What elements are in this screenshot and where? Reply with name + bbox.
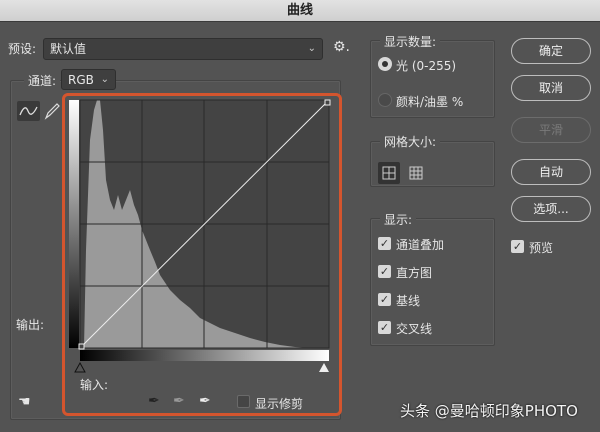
grid-10-icon (409, 166, 423, 180)
white-eyedropper-icon[interactable]: ✒ (199, 393, 211, 409)
watermark: 头条 @曼哈顿印象PHOTO (400, 402, 578, 420)
curve-point-white (324, 99, 331, 106)
intersection-label: 交叉线 (396, 322, 433, 336)
ok-button[interactable]: 确定 (511, 38, 591, 64)
radio-light-label: 光 (0-255) (396, 59, 457, 73)
smooth-button[interactable]: 平滑 (511, 117, 591, 143)
radio-pigment[interactable] (378, 93, 392, 107)
cancel-button[interactable]: 取消 (511, 75, 591, 101)
input-gradient (80, 350, 329, 361)
gray-eyedropper-icon[interactable]: ✒ (173, 393, 185, 409)
grid-size-title: 网格大小: (380, 133, 441, 150)
show-clipping-label: 显示修剪 (255, 397, 304, 411)
auto-button[interactable]: 自动 (511, 159, 591, 185)
grid-detailed-button[interactable] (405, 162, 427, 184)
white-slider (319, 363, 329, 372)
intersection-checkbox[interactable]: ✓ (378, 321, 391, 334)
black-slider (74, 361, 86, 373)
output-label: 输出: (16, 318, 45, 332)
histogram-label: 直方图 (396, 266, 433, 280)
show-clipping-checkbox[interactable] (237, 395, 250, 408)
show-title: 显示: (380, 211, 417, 228)
preview-checkbox[interactable]: ✓ (511, 240, 524, 253)
channel-overlay-checkbox[interactable]: ✓ (378, 237, 391, 250)
black-eyedropper-icon[interactable]: ✒ (148, 393, 160, 409)
baseline-checkbox[interactable]: ✓ (378, 293, 391, 306)
preview-label: 预览 (529, 241, 554, 255)
histogram-checkbox[interactable]: ✓ (378, 265, 391, 278)
display-amount-title: 显示数量: (380, 33, 441, 50)
radio-pigment-label: 颜料/油墨 % (396, 95, 464, 109)
input-label: 输入: (80, 378, 109, 392)
output-gradient (69, 100, 79, 348)
grid-4-icon (382, 166, 396, 180)
channel-overlay-label: 通道叠加 (396, 238, 445, 252)
hand-adjust-icon[interactable]: ☚ (18, 394, 31, 410)
radio-light[interactable] (378, 57, 392, 71)
baseline-label: 基线 (396, 294, 421, 308)
curve-point-black (78, 343, 85, 350)
curve-graph[interactable] (0, 0, 600, 432)
options-button[interactable]: 选项... (511, 196, 591, 222)
grid-simple-button[interactable] (378, 162, 400, 184)
